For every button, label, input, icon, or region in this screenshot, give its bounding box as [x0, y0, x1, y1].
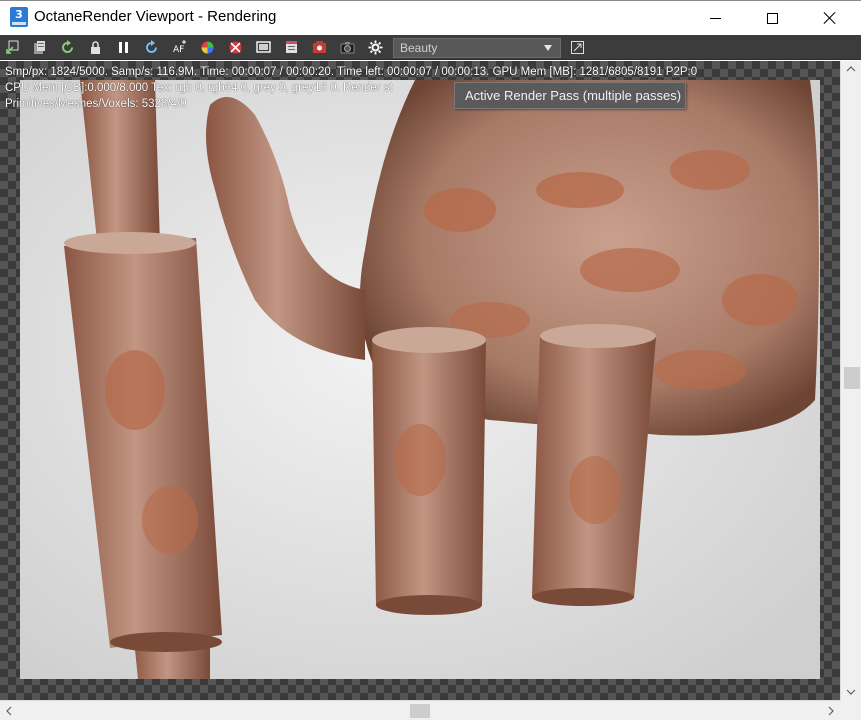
rendered-image: [20, 80, 820, 679]
minimize-icon: [709, 17, 721, 19]
color-wheel-icon[interactable]: [199, 39, 216, 56]
pause-icon[interactable]: [115, 39, 132, 56]
title-bar: 3 OctaneRender Viewport - Rendering: [0, 0, 861, 35]
svg-text:AF: AF: [173, 45, 184, 55]
send-to-viewport-icon[interactable]: [4, 39, 21, 56]
minimize-button[interactable]: [686, 1, 744, 35]
refresh-icon[interactable]: [143, 39, 160, 56]
window-title: OctaneRender Viewport - Rendering: [34, 8, 277, 25]
scroll-left-icon[interactable]: [4, 706, 14, 716]
chevron-down-icon: [544, 45, 552, 51]
render-layer-icon[interactable]: [311, 39, 328, 56]
close-icon: [823, 11, 837, 25]
scrollbar-corner: [840, 700, 861, 720]
restart-render-icon[interactable]: [59, 39, 76, 56]
render-pass-select[interactable]: Beauty: [393, 38, 561, 58]
vertical-scrollbar[interactable]: [840, 61, 861, 700]
film-region-icon[interactable]: [255, 39, 272, 56]
horizontal-scroll-thumb[interactable]: [410, 704, 430, 718]
vertical-scroll-thumb[interactable]: [844, 367, 860, 389]
close-button[interactable]: [801, 1, 859, 35]
viewport-toolbar: AF Beauty: [0, 35, 861, 60]
app-icon: 3: [10, 7, 28, 27]
render-pass-tooltip: Active Render Pass (multiple passes): [454, 82, 686, 109]
region-render-icon[interactable]: [227, 39, 244, 56]
horizontal-scrollbar[interactable]: [0, 700, 840, 720]
maximize-icon: [766, 12, 778, 24]
render-pass-view-icon[interactable]: [569, 39, 586, 56]
scroll-down-icon[interactable]: [846, 687, 856, 697]
film-settings-icon[interactable]: [283, 39, 300, 56]
aperture-icon[interactable]: AF: [171, 39, 188, 56]
scroll-right-icon[interactable]: [826, 706, 836, 716]
scroll-up-icon[interactable]: [846, 64, 856, 74]
maximize-button[interactable]: [743, 1, 801, 35]
render-viewport[interactable]: Smp/px: 1824/5000. Samp/s: 116.9M. Time:…: [0, 61, 840, 700]
stats-line-samples: Smp/px: 1824/5000. Samp/s: 116.9M. Time:…: [5, 66, 698, 78]
render-pass-value: Beauty: [400, 41, 438, 55]
lock-icon[interactable]: [87, 39, 104, 56]
camera-icon[interactable]: [339, 39, 356, 56]
clipboard-icon[interactable]: [31, 39, 48, 56]
settings-icon[interactable]: [367, 39, 384, 56]
